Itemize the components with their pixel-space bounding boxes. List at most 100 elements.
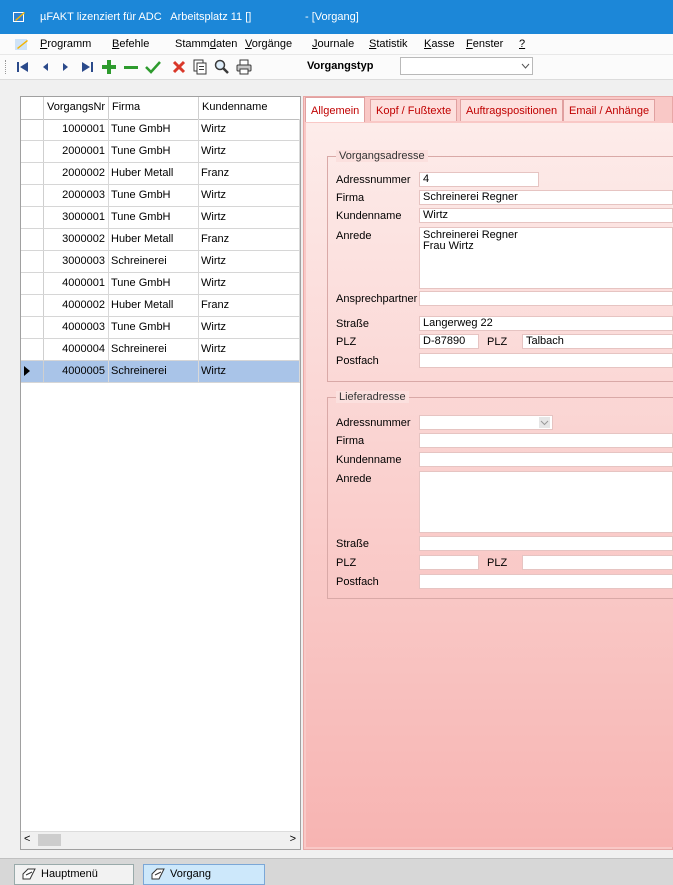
row-indicator[interactable] [21, 207, 44, 228]
cell-vorgangsnr[interactable]: 2000002 [44, 163, 109, 184]
taskbar-hauptmenue[interactable]: Hauptmenü [14, 864, 134, 885]
row-indicator[interactable] [21, 119, 44, 140]
table-row[interactable]: 2000002 Huber Metall Franz [21, 163, 300, 185]
va-kundenname-field[interactable]: Wirtz [419, 208, 673, 223]
menu-programm[interactable]: Programm [40, 38, 91, 50]
search-icon[interactable] [213, 58, 231, 76]
row-indicator[interactable] [21, 141, 44, 162]
cell-firma[interactable]: Huber Metall [109, 163, 199, 184]
cell-kundenname[interactable]: Wirtz [199, 141, 300, 162]
table-row[interactable]: 4000005 Schreinerei Wirtz [21, 361, 300, 383]
column-header-firma[interactable]: Firma [109, 97, 199, 119]
la-ort-field[interactable] [522, 555, 673, 570]
menu-stammdaten[interactable]: Stammdaten [175, 38, 237, 50]
table-row[interactable]: 1000001 Tune GmbH Wirtz [21, 119, 300, 141]
cell-firma[interactable]: Tune GmbH [109, 317, 199, 338]
cell-vorgangsnr[interactable]: 4000004 [44, 339, 109, 360]
menu-help[interactable]: ? [519, 38, 525, 50]
row-indicator[interactable] [21, 185, 44, 206]
cell-kundenname[interactable]: Wirtz [199, 185, 300, 206]
first-record-icon[interactable] [14, 58, 32, 76]
cell-firma[interactable]: Tune GmbH [109, 141, 199, 162]
cell-vorgangsnr[interactable]: 3000002 [44, 229, 109, 250]
cell-kundenname[interactable]: Wirtz [199, 119, 300, 140]
va-firma-field[interactable]: Schreinerei Regner [419, 190, 673, 205]
la-adressnummer-chevron-icon[interactable] [539, 417, 550, 431]
row-indicator[interactable] [21, 163, 44, 184]
cell-kundenname[interactable]: Franz [199, 163, 300, 184]
toolbar-grip[interactable] [5, 60, 8, 74]
row-indicator[interactable] [21, 317, 44, 338]
cancel-icon[interactable] [170, 58, 188, 76]
cell-firma[interactable]: Schreinerei [109, 339, 199, 360]
horizontal-scrollbar[interactable]: < > [21, 831, 300, 849]
table-row[interactable]: 4000004 Schreinerei Wirtz [21, 339, 300, 361]
scroll-right-icon[interactable]: > [290, 833, 296, 845]
table-row[interactable]: 3000002 Huber Metall Franz [21, 229, 300, 251]
scroll-left-icon[interactable]: < [24, 833, 30, 845]
add-record-icon[interactable] [100, 58, 118, 76]
previous-record-icon[interactable] [36, 58, 54, 76]
va-anrede-textarea[interactable]: Schreinerei Regner Frau Wirtz [419, 227, 673, 289]
menu-befehle[interactable]: Befehle [112, 38, 149, 50]
tab-auftragspositionen[interactable]: Auftragspositionen [460, 99, 564, 121]
delete-record-icon[interactable] [122, 58, 140, 76]
cell-vorgangsnr[interactable]: 2000003 [44, 185, 109, 206]
table-row[interactable]: 4000001 Tune GmbH Wirtz [21, 273, 300, 295]
next-record-icon[interactable] [57, 58, 75, 76]
table-row[interactable]: 3000001 Tune GmbH Wirtz [21, 207, 300, 229]
tab-email-anhaenge[interactable]: Email / Anhänge [563, 99, 656, 121]
tab-allgemein[interactable]: Allgemein [305, 97, 366, 122]
row-indicator[interactable] [21, 295, 44, 316]
save-check-icon[interactable] [144, 58, 162, 76]
table-row[interactable]: 4000002 Huber Metall Franz [21, 295, 300, 317]
la-plz-field[interactable] [419, 555, 479, 570]
cell-firma[interactable]: Schreinerei [109, 251, 199, 272]
cell-vorgangsnr[interactable]: 2000001 [44, 141, 109, 162]
row-indicator[interactable] [21, 251, 44, 272]
cell-vorgangsnr[interactable]: 4000002 [44, 295, 109, 316]
va-strasse-field[interactable]: Langerweg 22 [419, 316, 673, 331]
taskbar-vorgang[interactable]: Vorgang [143, 864, 265, 885]
va-ort-field[interactable]: Talbach [522, 334, 673, 349]
scroll-thumb[interactable] [38, 834, 61, 846]
row-indicator[interactable] [21, 339, 44, 360]
cell-vorgangsnr[interactable]: 4000001 [44, 273, 109, 294]
menu-statistik[interactable]: Statistik [369, 38, 408, 50]
la-adressnummer-select[interactable] [419, 415, 553, 430]
cell-firma[interactable]: Tune GmbH [109, 119, 199, 140]
cell-firma[interactable]: Tune GmbH [109, 185, 199, 206]
row-indicator[interactable] [21, 361, 44, 382]
va-postfach-field[interactable] [419, 353, 673, 368]
chevron-down-icon[interactable] [518, 58, 532, 74]
cell-vorgangsnr[interactable]: 4000005 [44, 361, 109, 382]
column-header-vorgangsnr[interactable]: VorgangsNr [44, 97, 109, 119]
row-indicator[interactable] [21, 273, 44, 294]
cell-firma[interactable]: Tune GmbH [109, 207, 199, 228]
table-row[interactable]: 2000003 Tune GmbH Wirtz [21, 185, 300, 207]
tab-kopf-fusstexte[interactable]: Kopf / Fußtexte [370, 99, 458, 121]
cell-kundenname[interactable]: Wirtz [199, 273, 300, 294]
cell-firma[interactable]: Huber Metall [109, 295, 199, 316]
va-adressnummer-field[interactable]: 4 [419, 172, 539, 187]
cell-vorgangsnr[interactable]: 1000001 [44, 119, 109, 140]
cell-kundenname[interactable]: Wirtz [199, 361, 300, 382]
menu-journale[interactable]: Journale [312, 38, 354, 50]
print-icon[interactable] [235, 58, 253, 76]
cell-firma[interactable]: Schreinerei [109, 361, 199, 382]
menu-vorgaenge[interactable]: Vorgänge [245, 38, 292, 50]
menu-fenster[interactable]: Fenster [466, 38, 503, 50]
cell-kundenname[interactable]: Wirtz [199, 207, 300, 228]
menu-kasse[interactable]: Kasse [424, 38, 455, 50]
cell-vorgangsnr[interactable]: 3000003 [44, 251, 109, 272]
table-row[interactable]: 3000003 Schreinerei Wirtz [21, 251, 300, 273]
cell-kundenname[interactable]: Wirtz [199, 339, 300, 360]
va-ansprechpartner-field[interactable] [419, 291, 673, 306]
last-record-icon[interactable] [78, 58, 96, 76]
cell-vorgangsnr[interactable]: 4000003 [44, 317, 109, 338]
cell-kundenname[interactable]: Franz [199, 229, 300, 250]
cell-kundenname[interactable]: Wirtz [199, 317, 300, 338]
la-firma-field[interactable] [419, 433, 673, 448]
cell-firma[interactable]: Tune GmbH [109, 273, 199, 294]
la-kundenname-field[interactable] [419, 452, 673, 467]
